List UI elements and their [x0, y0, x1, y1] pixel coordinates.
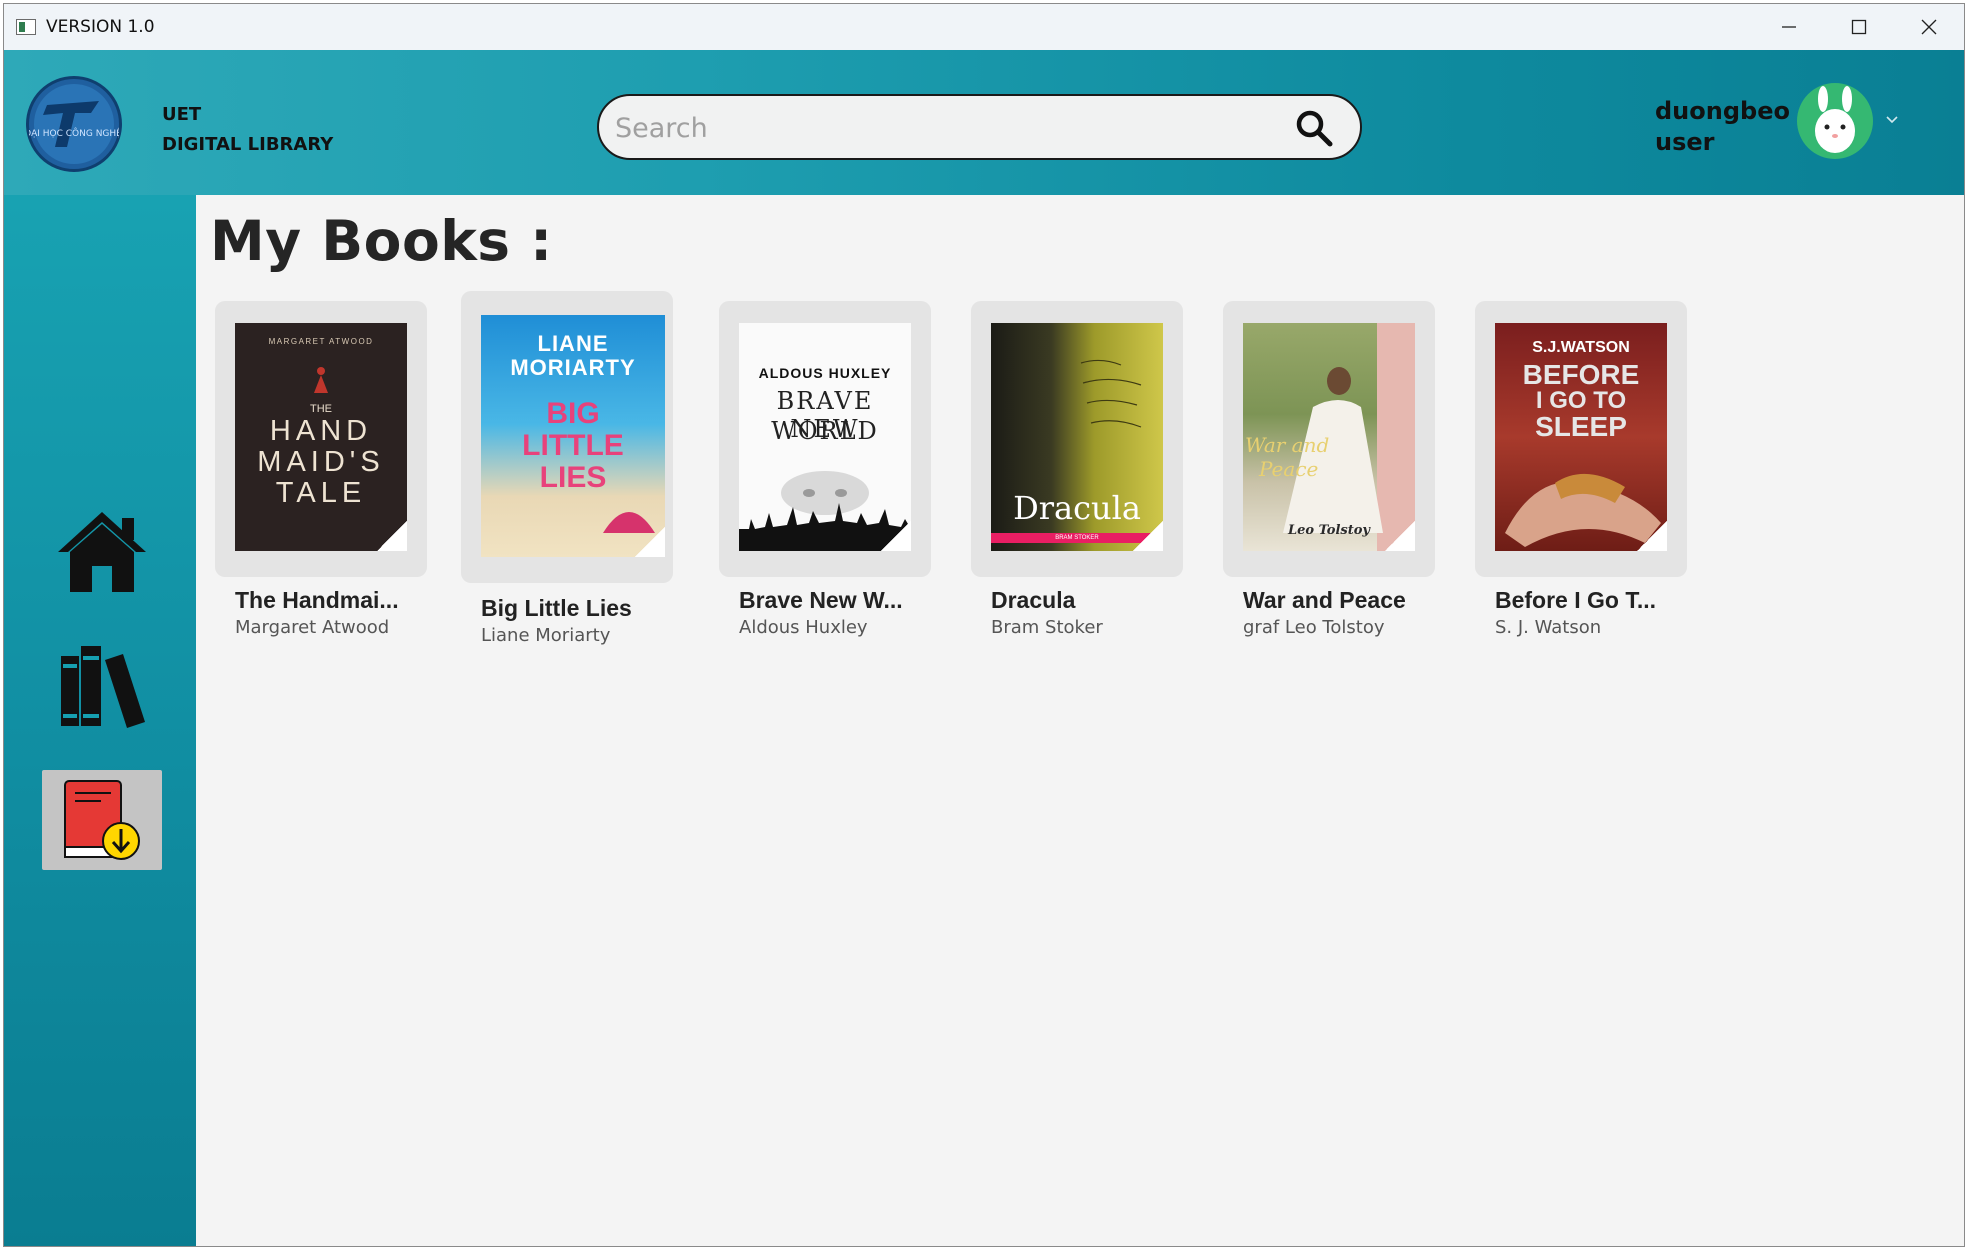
page-curl — [377, 521, 407, 551]
book-title: Brave New W... — [739, 587, 903, 613]
cover-frame: ALDOUS HUXLEY BRAVE NEW WORLD — [719, 301, 931, 577]
book-cover[interactable]: War and Peace Leo Tolstoy — [1243, 323, 1415, 551]
window-title: VERSION 1.0 — [46, 17, 155, 37]
page-curl — [635, 527, 665, 557]
sidebar — [4, 195, 196, 1246]
user-role: user — [1655, 128, 1715, 156]
cover-line-1: War and — [1245, 433, 1330, 457]
book-author: Bram Stoker — [991, 617, 1103, 638]
page-curl — [881, 521, 911, 551]
cover-author: ALDOUS HUXLEY — [758, 365, 892, 381]
book-title: Before I Go T... — [1495, 587, 1657, 613]
avatar[interactable] — [1797, 83, 1873, 159]
book-cover[interactable]: MARGARET ATWOOD THE HAND MAID'S TALE — [235, 323, 407, 551]
book-author: graf Leo Tolstoy — [1243, 617, 1385, 638]
book-title: Big Little Lies — [481, 595, 632, 621]
search-bar — [597, 94, 1362, 160]
book-author: Aldous Huxley — [739, 617, 868, 638]
book-author: Liane Moriarty — [481, 625, 611, 646]
cover-author-1: LIANE — [537, 331, 609, 356]
close-icon — [1921, 19, 1937, 35]
book-cover[interactable]: Dracula BRAM STOKER — [991, 323, 1163, 551]
maximize-icon — [1851, 19, 1867, 35]
close-button[interactable] — [1894, 4, 1964, 50]
cover-line-2: Peace — [1259, 457, 1319, 481]
app-header: ĐẠI HỌC CÔNG NGHỆ UET DIGITAL LIBRARY du… — [4, 50, 1964, 195]
uet-logo: ĐẠI HỌC CÔNG NGHỆ — [24, 76, 122, 172]
cover-line-2: LITTLE — [522, 429, 624, 462]
user-info: duongbeo user — [1655, 96, 1790, 158]
search-input[interactable] — [613, 106, 1257, 150]
books-icon — [61, 646, 145, 728]
home-icon — [58, 512, 146, 592]
book-cover[interactable]: S.J.WATSON BEFORE I GO TO SLEEP — [1495, 323, 1667, 551]
book-cover[interactable]: LIANE MORIARTY BIG LITTLE LIES — [481, 315, 665, 557]
page-curl — [1133, 521, 1163, 551]
page-curl — [1637, 521, 1667, 551]
app-window: VERSION 1.0 ĐẠI HỌC CÔNG NGHỆ UET DIGITA… — [3, 3, 1965, 1247]
cover-frame: S.J.WATSON BEFORE I GO TO SLEEP — [1475, 301, 1687, 577]
search-icon[interactable] — [1294, 108, 1334, 148]
book-title: Dracula — [991, 587, 1076, 613]
cover-frame: LIANE MORIARTY BIG LITTLE LIES — [461, 291, 673, 583]
book-author: Margaret Atwood — [235, 617, 390, 638]
user-name: duongbeo — [1655, 97, 1790, 125]
window-controls — [1754, 4, 1964, 50]
cover-author: MARGARET ATWOOD — [268, 337, 374, 346]
cover-line-1: BIG — [546, 397, 600, 430]
logo-text: ĐẠI HỌC CÔNG NGHỆ — [29, 127, 119, 139]
cover-author-2: MORIARTY — [510, 355, 636, 380]
page-title: My Books : — [210, 209, 553, 273]
brand: UET DIGITAL LIBRARY — [162, 100, 333, 160]
sidebar-item-home[interactable] — [42, 501, 162, 601]
cover-line-4: TALE — [275, 477, 367, 509]
cover-author: S.J.WATSON — [1532, 339, 1630, 356]
brand-line-2: DIGITAL LIBRARY — [162, 134, 334, 155]
brand-line-1: UET — [162, 104, 202, 125]
chevron-down-icon[interactable] — [1884, 112, 1900, 128]
book-title: The Handmai... — [235, 587, 399, 613]
title-bar: VERSION 1.0 — [4, 4, 1964, 50]
sidebar-item-library[interactable] — [42, 635, 162, 735]
cover-line-2: HAND — [269, 415, 373, 447]
book-cover[interactable]: ALDOUS HUXLEY BRAVE NEW WORLD — [739, 323, 911, 551]
cover-frame: War and Peace Leo Tolstoy — [1223, 301, 1435, 577]
sidebar-item-my-books[interactable] — [42, 770, 162, 870]
minimize-button[interactable] — [1754, 4, 1824, 50]
book-download-icon — [64, 780, 140, 860]
cover-line-3: LIES — [539, 461, 607, 494]
book-author: S. J. Watson — [1495, 617, 1602, 638]
page-curl — [1385, 521, 1415, 551]
main-content: My Books : MARGARET ATWOOD THE HAND MAID… — [196, 195, 1964, 1246]
cover-line-3: MAID'S — [257, 446, 385, 478]
app-icon — [16, 19, 36, 35]
maximize-button[interactable] — [1824, 4, 1894, 50]
book-title: War and Peace — [1243, 587, 1406, 613]
minimize-icon — [1782, 26, 1796, 28]
cover-line-2: WORLD — [771, 417, 879, 445]
cover-line-3: SLEEP — [1535, 411, 1627, 442]
cover-frame: MARGARET ATWOOD THE HAND MAID'S TALE — [215, 301, 427, 577]
cover-line-1: THE — [310, 403, 332, 415]
cover-frame: Dracula BRAM STOKER — [971, 301, 1183, 577]
